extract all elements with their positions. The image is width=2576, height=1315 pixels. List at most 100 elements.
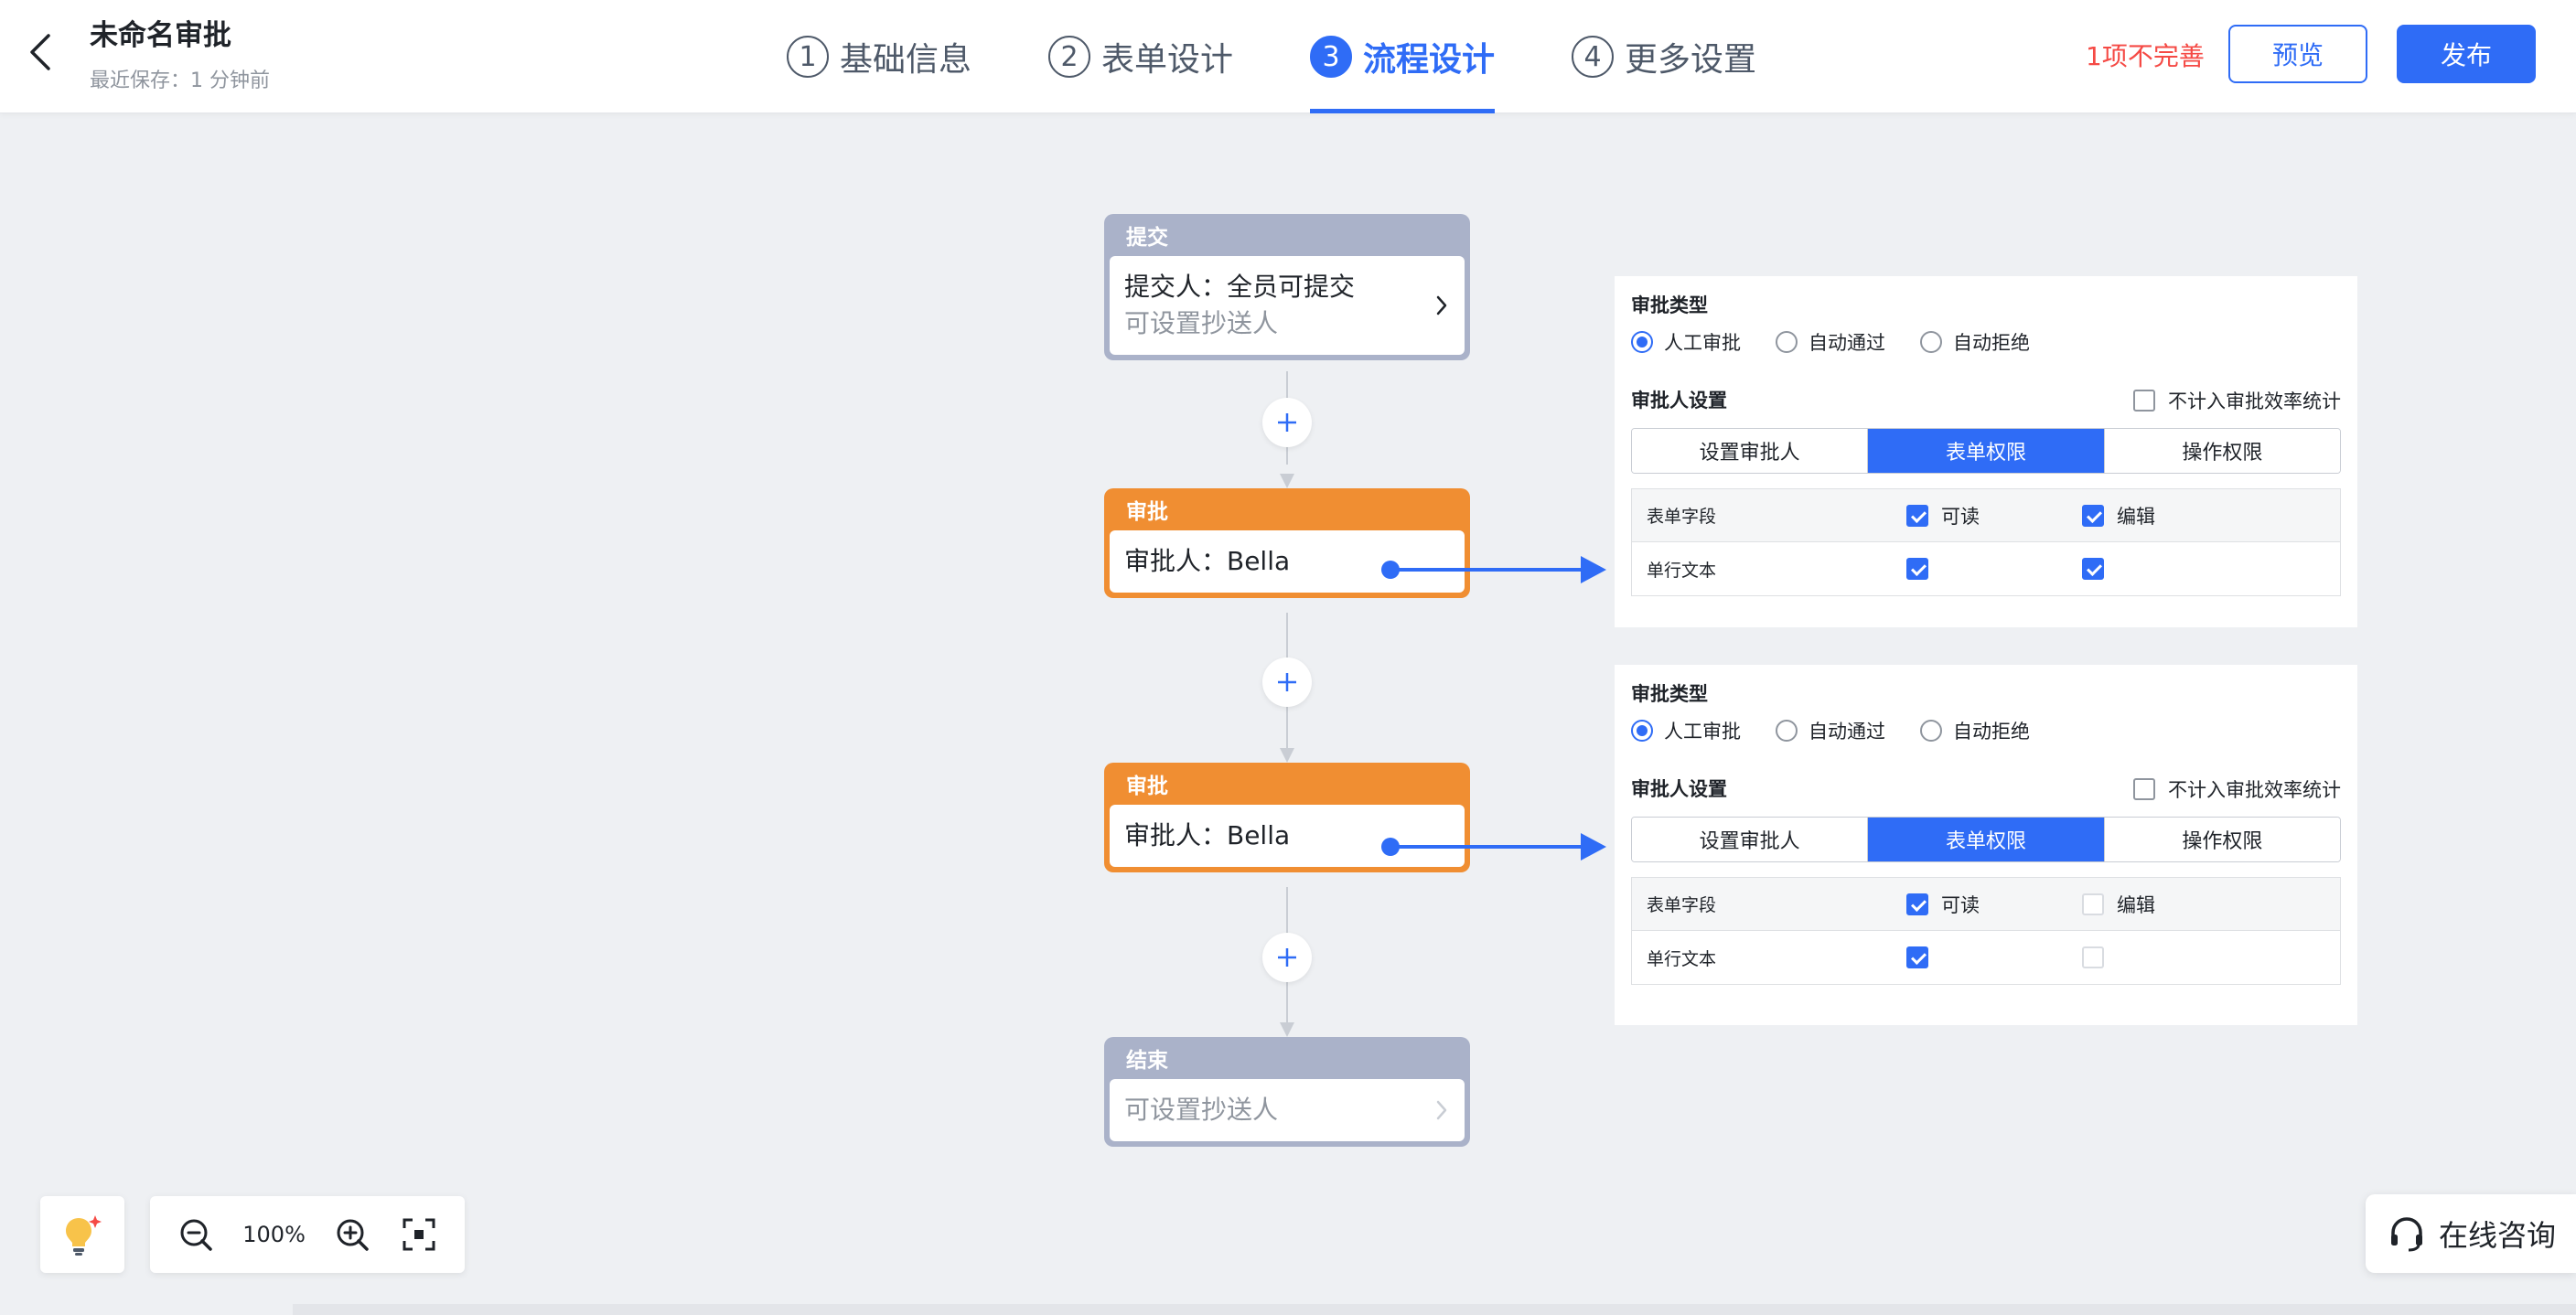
checkbox [1906,893,1928,915]
radio-dot [1776,720,1798,742]
read-all-checkbox[interactable]: 可读 [1906,891,2082,918]
approver-settings-title: 审批人设置 [1631,390,1727,412]
approver-settings-row: 审批人设置 不计入审批效率统计 [1631,773,2341,806]
approver-tabs: 设置审批人 表单权限 操作权限 [1631,428,2341,474]
node-title: 审批 [1126,775,1168,798]
node-body[interactable]: 可设置抄送人 [1110,1079,1465,1141]
online-consult-label: 在线咨询 [2439,1218,2557,1253]
table-row: 单行文本 [1632,542,2340,595]
online-consult-button[interactable]: 在线咨询 [2366,1194,2576,1273]
tab-form-permission[interactable]: 表单权限 [1868,429,2105,473]
zoom-level: 100% [242,1222,306,1247]
radio-manual[interactable]: 人工审批 [1631,717,1741,744]
preview-button[interactable]: 预览 [2228,25,2367,83]
column-header-read: 可读 [1941,505,1980,528]
incomplete-warning[interactable]: 1项不完善 [2086,37,2205,73]
node-body[interactable]: 审批人：Bella [1110,805,1465,867]
step-label: 表单设计 [1101,41,1234,79]
approve-node-1[interactable]: 审批 审批人：Bella [1104,488,1470,598]
column-header-edit: 编辑 [2117,893,2155,916]
tab-operation-permission[interactable]: 操作权限 [2104,818,2340,861]
radio-label: 自动拒绝 [1953,721,2030,743]
back-button[interactable] [20,27,60,77]
exclude-stats-label: 不计入审批效率统计 [2168,779,2341,801]
checkbox [2082,893,2104,915]
step-form-design[interactable]: 2 表单设计 [1048,0,1233,113]
radio-label: 自动拒绝 [1953,332,2030,354]
publish-button[interactable]: 发布 [2397,25,2536,83]
node-body[interactable]: 审批人：Bella [1110,530,1465,593]
exclude-stats-label: 不计入审批效率统计 [2168,390,2341,412]
plus-icon [1278,948,1296,967]
table-header-row: 表单字段 可读 编辑 [1632,489,2340,542]
link-arrow-icon [1581,556,1606,583]
column-header-field: 表单字段 [1647,895,1717,915]
radio-label: 自动通过 [1809,332,1885,354]
zoom-in-button[interactable] [332,1214,372,1255]
radio-dot [1920,331,1942,353]
fit-screen-button[interactable] [399,1214,439,1255]
radio-auto-pass[interactable]: 自动通过 [1776,717,1885,744]
field-name: 单行文本 [1647,948,1717,969]
approve-config-panel-1: 审批类型 人工审批 自动通过 自动拒绝 审批人设置 不计入审批效率统计 设置审批… [1615,276,2357,627]
tab-set-approver[interactable]: 设置审批人 [1632,429,1869,473]
radio-auto-reject[interactable]: 自动拒绝 [1920,328,2030,356]
column-header-edit: 编辑 [2117,505,2155,528]
approve-node-2[interactable]: 审批 审批人：Bella [1104,763,1470,872]
radio-label: 人工审批 [1664,332,1741,354]
read-checkbox[interactable] [1906,946,2082,968]
zoom-out-button[interactable] [176,1214,216,1255]
tab-set-approver[interactable]: 设置审批人 [1632,818,1869,861]
radio-dot [1776,331,1798,353]
headset-icon [2391,1217,2422,1252]
plus-icon [1278,413,1296,432]
link-line [1390,568,1586,572]
edit-checkbox[interactable] [2082,946,2104,968]
approver-tabs: 设置审批人 表单权限 操作权限 [1631,817,2341,862]
zoom-controls: 100% [150,1196,465,1273]
tips-button[interactable] [40,1196,124,1273]
zoom-in-icon [337,1219,369,1251]
exclude-stats-checkbox[interactable]: 不计入审批效率统计 [2133,775,2341,803]
step-number: 1 [787,36,829,78]
step-flow-design[interactable]: 3 流程设计 [1310,0,1496,113]
fit-screen-icon [402,1218,435,1251]
radio-auto-pass[interactable]: 自动通过 [1776,328,1885,356]
exclude-stats-checkbox[interactable]: 不计入审批效率统计 [2133,387,2341,414]
radio-auto-reject[interactable]: 自动拒绝 [1920,717,2030,744]
lightbulb-icon [66,1215,102,1256]
cc-hint: 可设置抄送人 [1124,1095,1279,1125]
step-number: 3 [1310,36,1353,78]
approver-settings-row: 审批人设置 不计入审批效率统计 [1631,384,2341,417]
checkbox [2133,390,2155,412]
bottom-scroll-strip[interactable] [293,1304,2576,1315]
read-checkbox[interactable] [1906,558,2082,580]
end-node[interactable]: 结束 可设置抄送人 [1104,1037,1470,1147]
edit-all-checkbox[interactable]: 编辑 [2082,891,2155,918]
step-more-settings[interactable]: 4 更多设置 [1572,0,1756,113]
edit-checkbox[interactable] [2082,558,2104,580]
permission-table: 表单字段 可读 编辑 单行文本 [1631,488,2341,596]
arrow-down-icon [1280,474,1294,488]
add-node-button[interactable] [1262,398,1312,447]
submit-node[interactable]: 提交 提交人：全员可提交 可设置抄送人 [1104,214,1470,360]
tab-operation-permission[interactable]: 操作权限 [2104,429,2340,473]
step-nav: 1 基础信息 2 表单设计 3 流程设计 4 更多设置 [787,0,1833,113]
radio-dot [1631,331,1653,353]
node-body[interactable]: 提交人：全员可提交 可设置抄送人 [1110,256,1465,355]
approve-type-title: 审批类型 [1631,683,1708,705]
step-basic-info[interactable]: 1 基础信息 [787,0,971,113]
edit-all-checkbox[interactable]: 编辑 [2082,502,2155,529]
add-node-button[interactable] [1262,933,1312,982]
table-row: 单行文本 [1632,931,2340,984]
page-title[interactable]: 未命名审批 [90,16,270,55]
radio-manual[interactable]: 人工审批 [1631,328,1741,356]
approve-config-panel-2: 审批类型 人工审批 自动通过 自动拒绝 审批人设置 不计入审批效率统计 设置审批… [1615,665,2357,1025]
read-all-checkbox[interactable]: 可读 [1906,502,2082,529]
add-node-button[interactable] [1262,658,1312,707]
step-label: 基础信息 [840,41,972,79]
tab-form-permission[interactable]: 表单权限 [1868,818,2105,861]
step-label: 流程设计 [1363,41,1496,79]
checkbox [2082,558,2104,580]
checkbox [1906,558,1928,580]
